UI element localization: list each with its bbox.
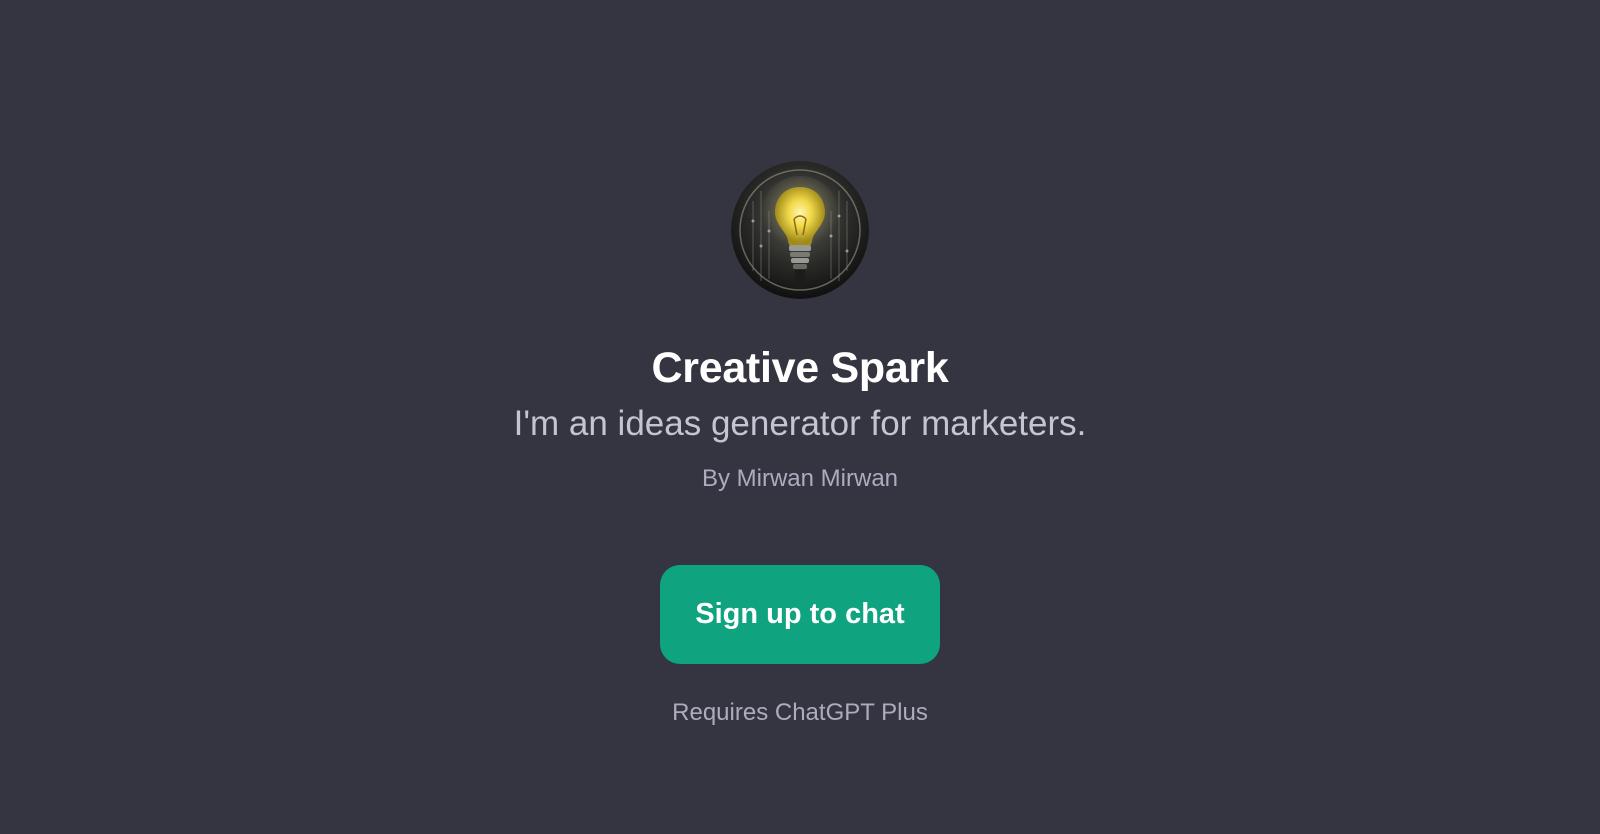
plus-requirement-note: Requires ChatGPT Plus [672,699,928,726]
gpt-author: By Mirwan Mirwan [701,465,899,492]
lightbulb-icon [731,161,869,299]
gpt-title: Creative Spark [651,344,949,392]
gpt-avatar [731,161,869,299]
sign-up-to-chat-button[interactable]: Sign up to chat [660,565,940,664]
gpt-description: I'm an ideas generator for marketers. [513,404,1087,443]
